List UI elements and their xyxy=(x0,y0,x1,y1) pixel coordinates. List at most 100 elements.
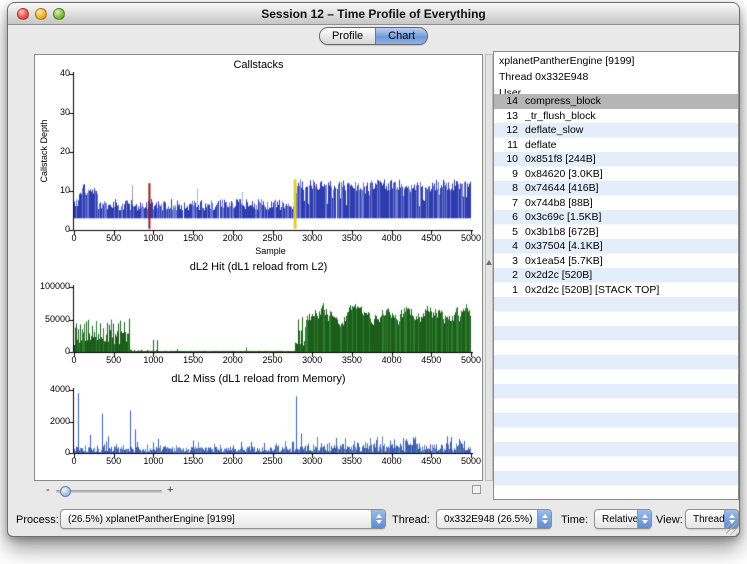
x-tick-label: 3500 xyxy=(342,234,362,243)
row-symbol-label: 0x84620 [3.0KB] xyxy=(525,167,603,182)
bottom-control-bar: Process: (26.5%) xplanetPantherEngine [9… xyxy=(8,503,739,537)
y-tick-label: 0 xyxy=(35,347,70,356)
y-tick-label: 0 xyxy=(35,448,70,457)
table-row[interactable]: 5 0x3b1b8 [672B] xyxy=(494,225,738,240)
process-popup[interactable]: (26.5%) xplanetPantherEngine [9199] xyxy=(60,509,386,529)
y-tick-label: 20 xyxy=(35,147,70,156)
zoom-slider-track[interactable] xyxy=(56,490,162,493)
table-row[interactable]: 10 0x851f8 [244B] xyxy=(494,152,738,167)
table-row[interactable]: 9 0x84620 [3.0KB] xyxy=(494,167,738,182)
x-tick-label: 4500 xyxy=(421,234,441,243)
charts-panel: Callstacks Callstack Depth Sample 010203… xyxy=(34,54,483,481)
x-tick-label: 3500 xyxy=(342,457,362,466)
row-depth-number: 1 xyxy=(494,283,518,298)
scroll-up-arrow-icon[interactable] xyxy=(486,260,492,265)
x-tick-label: 5000 xyxy=(461,457,481,466)
row-depth-number: 6 xyxy=(494,210,518,225)
row-symbol-label: 0x851f8 [244B] xyxy=(525,152,596,167)
x-tick-label: 0 xyxy=(71,234,76,243)
table-row[interactable]: 8 0x74644 [416B] xyxy=(494,181,738,196)
row-depth-number: 5 xyxy=(494,225,518,240)
window-controls xyxy=(17,8,65,20)
y-tick-label: 4000 xyxy=(35,385,70,394)
view-segmented-control: Profile Chart xyxy=(319,27,428,45)
view-label: View: xyxy=(656,514,683,526)
dl2-miss-plot-canvas[interactable] xyxy=(68,388,473,460)
row-depth-number: 13 xyxy=(494,109,518,124)
dl2-miss-chart: dL2 Miss (dL1 reload from Memory) 0 2000 4… xyxy=(35,363,482,482)
row-depth-number: 10 xyxy=(494,152,518,167)
popup-arrows-icon xyxy=(371,510,385,528)
table-row[interactable]: 30x1ea54 [5.7KB] xyxy=(494,254,738,269)
process-popup-value: (26.5%) xplanetPantherEngine [9199] xyxy=(61,514,371,525)
dl2-hit-plot-canvas[interactable] xyxy=(68,285,473,359)
time-popup[interactable]: Relative xyxy=(594,509,652,529)
window-title: Session 12 – Time Profile of Everything xyxy=(261,7,486,21)
x-tick-label: 4000 xyxy=(382,457,402,466)
row-symbol-label: 0x74644 [416B] xyxy=(525,181,599,196)
table-row[interactable]: 7 0x744b8 [88B] xyxy=(494,196,738,211)
row-symbol-label: 0x3c69c [1.5KB] xyxy=(525,210,601,225)
tab-chart[interactable]: Chart xyxy=(376,28,427,44)
dl2-hit-chart: dL2 Hit (dL1 reload from L2) 05000010000… xyxy=(35,251,482,363)
x-tick-label: 4500 xyxy=(421,457,441,466)
table-row[interactable]: 1 0x2d2c [520B] [STACK TOP] xyxy=(494,283,738,298)
row-symbol-label: _tr_flush_block xyxy=(525,109,596,124)
x-tick-label: 2000 xyxy=(223,457,243,466)
row-symbol-label: 0x744b8 [88B] xyxy=(525,196,593,211)
thread-popup-value: 0x332E948 (26.5%) xyxy=(437,514,537,525)
row-symbol-label: compress_block xyxy=(525,94,601,109)
minimize-button-icon[interactable] xyxy=(35,8,47,20)
callstacks-plot-canvas[interactable] xyxy=(68,72,473,237)
row-symbol-label: 0x2d2c [520B] [STACK TOP] xyxy=(525,283,659,298)
table-row[interactable]: 6 0x3c69c [1.5KB] xyxy=(494,210,738,225)
x-tick-label: 2500 xyxy=(262,234,282,243)
zoom-in-button[interactable]: + xyxy=(167,484,173,496)
x-tick-label: 3000 xyxy=(302,457,322,466)
scroll-corner-box xyxy=(472,485,481,494)
row-depth-number: 2 xyxy=(494,268,518,283)
row-symbol-label: deflate xyxy=(525,138,557,153)
row-depth-number: 8 xyxy=(494,181,518,196)
table-row[interactable]: 12deflate_slow xyxy=(494,123,738,138)
tab-profile[interactable]: Profile xyxy=(320,28,376,44)
x-tick-label: 3000 xyxy=(302,234,322,243)
row-depth-number: 7 xyxy=(494,196,518,211)
table-row[interactable]: 13 _tr_flush_block xyxy=(494,109,738,124)
row-depth-number: 9 xyxy=(494,167,518,182)
tab-row: Profile Chart xyxy=(8,27,739,45)
thread-header: Thread 0x332E948 xyxy=(494,68,738,84)
row-depth-number: 3 xyxy=(494,254,518,269)
zoom-slider-thumb[interactable] xyxy=(60,486,71,497)
zoom-slider-row: - + xyxy=(34,484,483,498)
table-row[interactable]: 2 0x2d2c [520B] xyxy=(494,268,738,283)
table-row[interactable]: 40x37504 [4.1KB] xyxy=(494,239,738,254)
y-tick-label: 40 xyxy=(35,69,70,78)
table-row[interactable]: 11deflate xyxy=(494,138,738,153)
chart-title: Callstacks xyxy=(35,59,482,71)
x-tick-label: 1500 xyxy=(183,234,203,243)
y-tick-label: 10 xyxy=(35,186,70,195)
process-header: xplanetPantherEngine [9199] xyxy=(494,52,738,68)
x-tick-label: 500 xyxy=(106,234,121,243)
window-resize-grip[interactable] xyxy=(726,523,738,535)
process-label: Process: xyxy=(16,514,59,526)
chart-title: dL2 Miss (dL1 reload from Memory) xyxy=(35,373,482,385)
vertical-scrollbar[interactable] xyxy=(485,54,493,481)
close-button-icon[interactable] xyxy=(17,8,29,20)
x-tick-label: 1000 xyxy=(143,234,163,243)
popup-arrows-icon xyxy=(537,510,551,528)
zoom-out-button[interactable]: - xyxy=(46,484,50,496)
x-tick-label: 2500 xyxy=(262,457,282,466)
thread-popup[interactable]: 0x332E948 (26.5%) xyxy=(436,509,552,529)
callstack-panel: xplanetPantherEngine [9199] Thread 0x332… xyxy=(493,51,739,500)
x-tick-label: 500 xyxy=(106,457,121,466)
x-tick-label: 5000 xyxy=(461,234,481,243)
row-symbol-label: 0x3b1b8 [672B] xyxy=(525,225,599,240)
x-tick-label: 4000 xyxy=(382,234,402,243)
row-symbol-label: 0x2d2c [520B] xyxy=(525,268,592,283)
table-row[interactable]: 14compress_block xyxy=(494,94,738,109)
y-tick-label: 100000 xyxy=(35,282,70,291)
thread-label: Thread: xyxy=(392,514,430,526)
zoom-button-icon[interactable] xyxy=(53,8,65,20)
